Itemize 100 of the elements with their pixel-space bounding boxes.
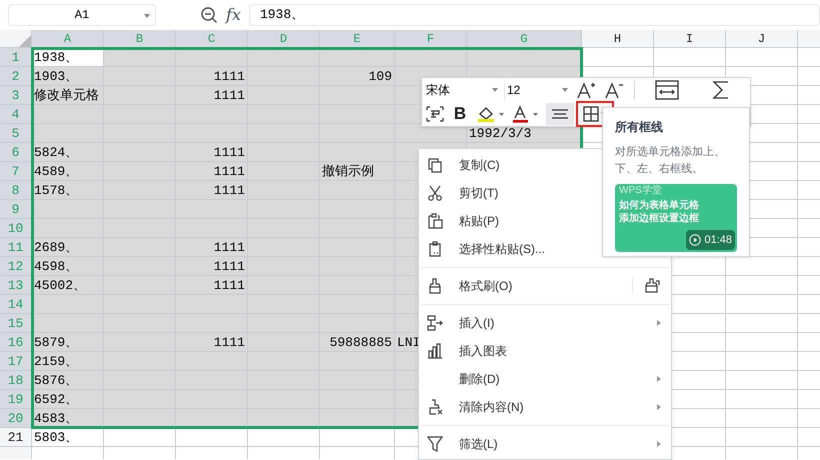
clipboard-icon bbox=[427, 241, 443, 257]
table-cell: 1111 bbox=[176, 162, 248, 181]
row-header[interactable]: 17 bbox=[0, 352, 32, 371]
row-header[interactable]: 19 bbox=[0, 390, 32, 409]
table-cell: 4598、 bbox=[32, 257, 104, 276]
table-cell bbox=[104, 67, 176, 86]
font-dropdown[interactable]: 宋体 bbox=[424, 79, 502, 101]
row-header[interactable]: 13 bbox=[0, 276, 32, 295]
table-cell: 1111 bbox=[176, 181, 248, 200]
clipboard-icon bbox=[427, 213, 443, 229]
table-cell: 1111 bbox=[176, 333, 248, 352]
decrease-font-icon[interactable] bbox=[604, 81, 624, 99]
row-header[interactable]: 9 bbox=[0, 200, 32, 219]
column-header[interactable]: E bbox=[320, 30, 395, 48]
function-button[interactable]: fx bbox=[226, 3, 241, 27]
table-cell bbox=[726, 371, 798, 390]
size-dropdown[interactable]: 12 bbox=[504, 79, 572, 101]
tooltip-description: 对所选单元格添加上、下、左、右框线。 bbox=[615, 145, 726, 177]
zoom-icon[interactable] bbox=[200, 6, 218, 24]
row-header[interactable]: 20 bbox=[0, 409, 32, 428]
formula-field[interactable]: 1938、 bbox=[248, 4, 820, 26]
cell-reference: A1 bbox=[74, 7, 90, 24]
table-cell: 修改单元格 bbox=[32, 86, 104, 105]
row-header[interactable]: 12 bbox=[0, 257, 32, 276]
name-box[interactable]: A1 bbox=[8, 4, 156, 26]
table-cell: 2159、 bbox=[32, 352, 104, 371]
row-header[interactable]: 7 bbox=[0, 162, 32, 181]
column-header[interactable]: J bbox=[726, 30, 798, 48]
eraser-icon bbox=[427, 399, 443, 415]
column-header[interactable]: C bbox=[176, 30, 248, 48]
row-header[interactable]: 21 bbox=[0, 428, 32, 447]
row-header[interactable]: 18 bbox=[0, 371, 32, 390]
bar-chart-icon bbox=[427, 343, 443, 359]
column-width-icon[interactable] bbox=[655, 80, 679, 100]
menu-item[interactable]: 清除内容(N) bbox=[419, 393, 671, 421]
funnel-icon bbox=[427, 436, 443, 452]
table-cell: 1111 bbox=[176, 67, 248, 86]
row-header[interactable]: 14 bbox=[0, 295, 32, 314]
tooltip-title: 所有框线 bbox=[615, 119, 664, 136]
table-cell bbox=[32, 124, 104, 143]
table-cell bbox=[32, 314, 104, 333]
table-cell: 6592、 bbox=[32, 390, 104, 409]
column-header[interactable]: B bbox=[104, 30, 176, 48]
table-cell bbox=[104, 428, 176, 447]
table-cell: 4589、 bbox=[32, 162, 104, 181]
fill-color-icon[interactable] bbox=[476, 105, 506, 123]
menu-item[interactable]: 删除(D) bbox=[419, 365, 671, 393]
align-button[interactable] bbox=[546, 103, 574, 125]
column-header[interactable]: H bbox=[582, 30, 654, 48]
insert-icon bbox=[427, 315, 443, 331]
menu-item[interactable]: 筛选(L) bbox=[419, 430, 671, 458]
row-header[interactable]: 16 bbox=[0, 333, 32, 352]
row-header[interactable]: 4 bbox=[0, 105, 32, 124]
all-borders-icon bbox=[583, 106, 599, 122]
table-cell bbox=[32, 200, 104, 219]
table-cell bbox=[248, 428, 320, 447]
video-title: 如何为表格单元格添加边框设置边框 bbox=[619, 199, 700, 225]
table-cell: 1111 bbox=[176, 238, 248, 257]
video-thumbnail[interactable]: WPS学堂 如何为表格单元格添加边框设置边框 01:48 bbox=[615, 184, 737, 252]
font-color-icon[interactable] bbox=[512, 105, 540, 123]
row-header[interactable]: 11 bbox=[0, 238, 32, 257]
row-header[interactable]: 3 bbox=[0, 86, 32, 105]
table-cell: 1111 bbox=[176, 143, 248, 162]
bold-button[interactable]: B bbox=[450, 101, 470, 127]
table-cell bbox=[32, 105, 104, 124]
table-cell bbox=[726, 352, 798, 371]
row-header[interactable]: 8 bbox=[0, 181, 32, 200]
table-cell: 1578、 bbox=[32, 181, 104, 200]
sum-icon[interactable] bbox=[712, 80, 730, 100]
table-cell: 1111 bbox=[176, 276, 248, 295]
caret-icon bbox=[492, 88, 498, 92]
row-header[interactable]: 15 bbox=[0, 314, 32, 333]
table-cell: 撤销示例 bbox=[320, 162, 395, 181]
increase-font-icon[interactable] bbox=[576, 81, 596, 99]
table-cell bbox=[726, 390, 798, 409]
row-header[interactable]: 10 bbox=[0, 219, 32, 238]
table-cell: 5824、 bbox=[32, 143, 104, 162]
row-header[interactable]: 5 bbox=[0, 124, 32, 143]
column-header[interactable]: F bbox=[395, 30, 467, 48]
column-header[interactable]: I bbox=[654, 30, 726, 48]
brush-icon bbox=[427, 278, 443, 294]
wrap-text-icon[interactable] bbox=[426, 106, 444, 122]
table-cell: 109 bbox=[320, 67, 395, 86]
table-cell bbox=[726, 276, 798, 295]
row-header[interactable]: 1 bbox=[0, 48, 32, 67]
menu-item[interactable]: 格式刷(O) bbox=[419, 272, 671, 300]
column-header[interactable]: A bbox=[32, 30, 104, 48]
column-header[interactable]: G bbox=[467, 30, 582, 48]
brush-icon[interactable] bbox=[643, 278, 661, 294]
table-cell: 1111 bbox=[176, 86, 248, 105]
column-header[interactable]: D bbox=[248, 30, 320, 48]
align-center-icon bbox=[551, 109, 569, 119]
copy-icon bbox=[427, 157, 443, 173]
row-header[interactable]: 6 bbox=[0, 143, 32, 162]
row-header[interactable]: 2 bbox=[0, 67, 32, 86]
table-cell bbox=[726, 314, 798, 333]
table-cell bbox=[176, 428, 248, 447]
table-cell: 2689、 bbox=[32, 238, 104, 257]
table-cell: 5879、 bbox=[32, 333, 104, 352]
video-brand: WPS学堂 bbox=[619, 185, 662, 197]
